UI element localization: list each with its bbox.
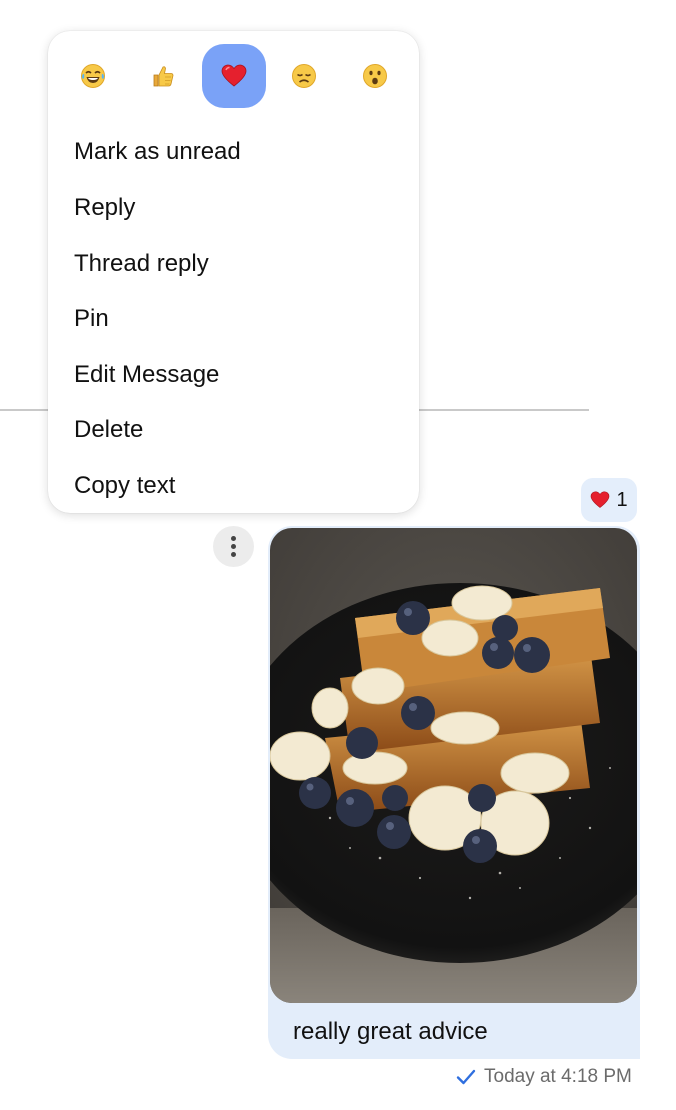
reaction-disappointed[interactable] bbox=[272, 44, 336, 108]
red-heart-icon bbox=[591, 491, 610, 508]
french-toast-photo bbox=[270, 528, 637, 1003]
red-heart-icon bbox=[221, 64, 247, 87]
surprised-face-icon bbox=[363, 64, 387, 88]
laughing-tears-icon bbox=[81, 64, 105, 88]
reaction-surprised[interactable] bbox=[343, 44, 407, 108]
message-context-menu: Mark as unread Reply Thread reply Pin Ed… bbox=[48, 31, 419, 513]
thumbs-up-icon bbox=[153, 66, 174, 87]
menu-item-delete[interactable]: Delete bbox=[74, 414, 143, 446]
reaction-bar bbox=[48, 44, 419, 108]
reaction-count: 1 bbox=[616, 488, 628, 511]
menu-item-pin[interactable]: Pin bbox=[74, 303, 109, 335]
menu-item-thread-reply[interactable]: Thread reply bbox=[74, 248, 209, 280]
reaction-badge[interactable]: 1 bbox=[581, 478, 637, 522]
checkmark-icon bbox=[456, 1069, 476, 1085]
more-options-button[interactable] bbox=[213, 526, 254, 567]
message-image[interactable] bbox=[270, 528, 637, 1003]
message-meta: Today at 4:18 PM bbox=[456, 1064, 632, 1090]
reaction-thumbs-up[interactable] bbox=[131, 44, 195, 108]
menu-item-copy-text[interactable]: Copy text bbox=[74, 470, 175, 502]
reaction-red-heart[interactable] bbox=[202, 44, 266, 108]
menu-item-reply[interactable]: Reply bbox=[74, 192, 135, 224]
menu-item-mark-unread[interactable]: Mark as unread bbox=[74, 136, 241, 168]
message-bubble[interactable]: really great advice bbox=[268, 526, 640, 1059]
disappointed-face-icon bbox=[292, 64, 316, 88]
reaction-laughing-tears[interactable] bbox=[61, 44, 125, 108]
more-options-icon bbox=[231, 536, 236, 541]
message-caption: really great advice bbox=[293, 1018, 488, 1045]
menu-item-edit-message[interactable]: Edit Message bbox=[74, 359, 219, 391]
chat-view: Mark as unread Reply Thread reply Pin Ed… bbox=[0, 0, 676, 1110]
message-timestamp: Today at 4:18 PM bbox=[484, 1066, 632, 1087]
